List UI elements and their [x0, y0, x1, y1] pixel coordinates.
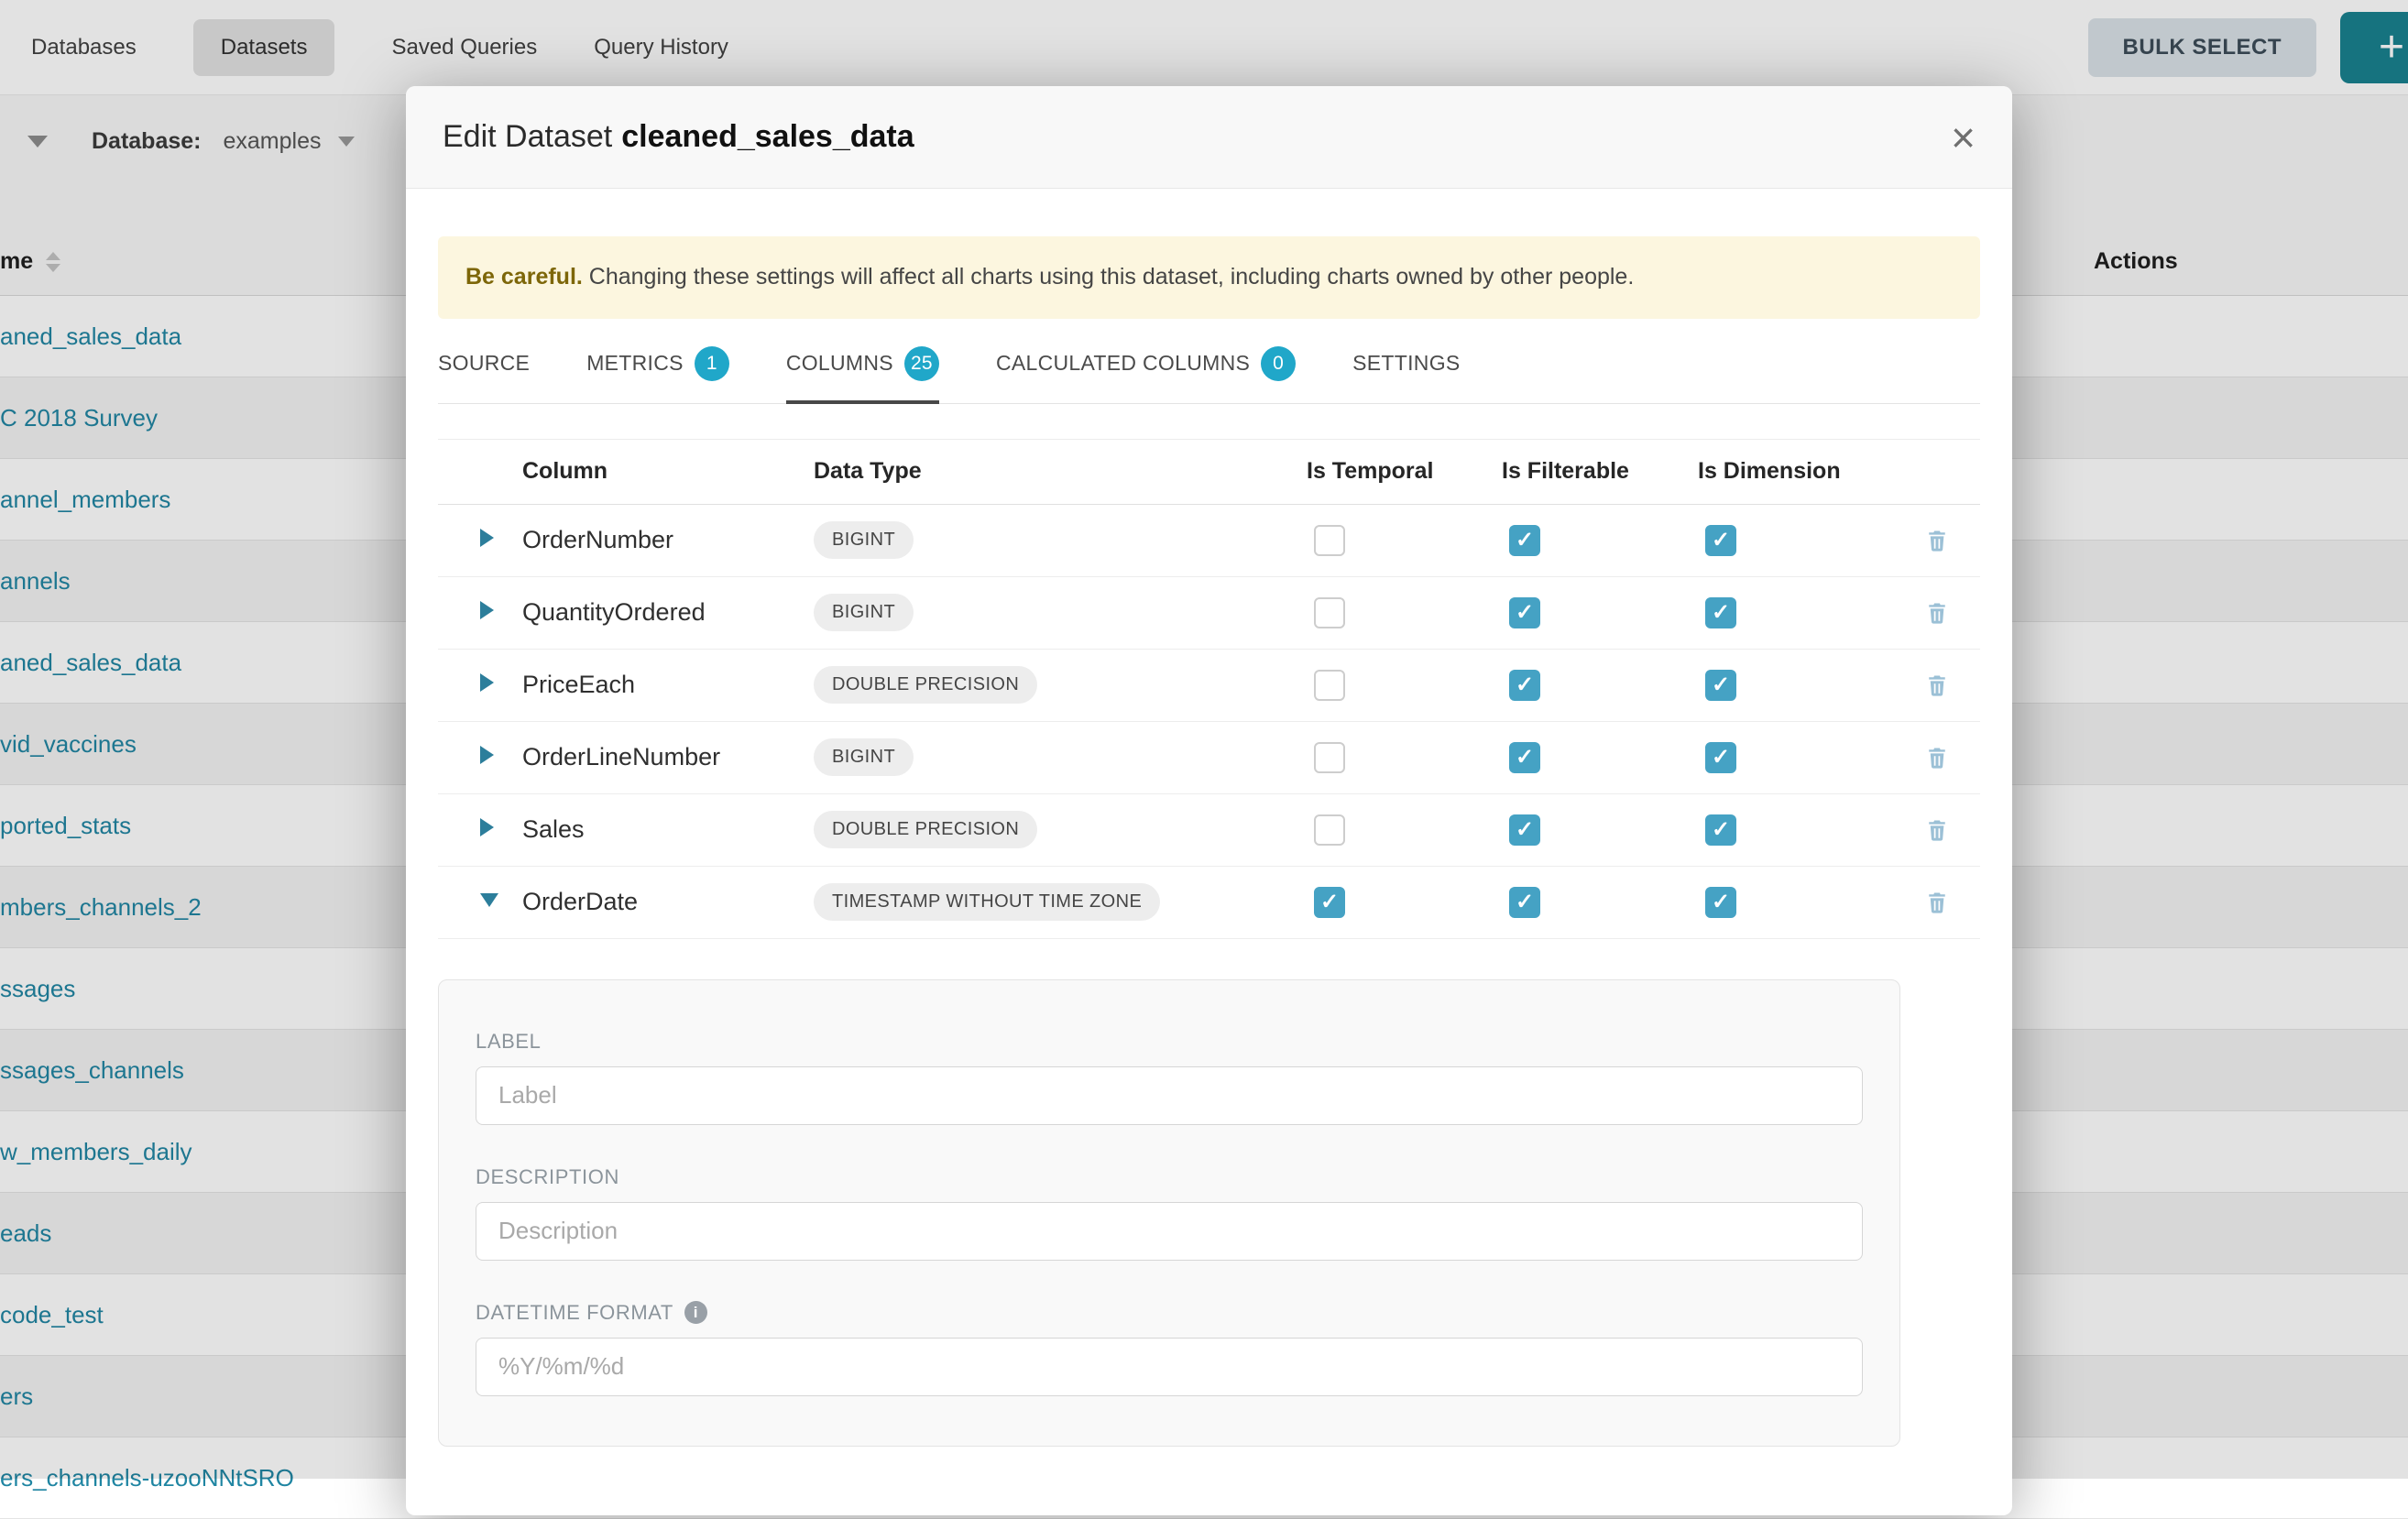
data-type-pill: BIGINT [814, 521, 914, 559]
info-icon[interactable] [684, 1301, 707, 1324]
column-row: OrderLineNumber BIGINT [438, 722, 1980, 794]
is-filterable-checkbox[interactable] [1509, 670, 1540, 701]
datetime-format-field-label: DATETIME FORMAT [476, 1301, 1863, 1325]
is-temporal-checkbox[interactable] [1314, 887, 1345, 918]
is-temporal-checkbox[interactable] [1314, 742, 1345, 773]
columns-table: Column Data Type Is Temporal Is Filterab… [438, 439, 1980, 939]
column-row: OrderDate TIMESTAMP WITHOUT TIME ZONE [438, 867, 1980, 939]
warning-bold-text: Be careful. [465, 264, 583, 290]
label-input[interactable] [476, 1066, 1863, 1125]
edit-dataset-modal: Edit Datasetcleaned_sales_data × Be care… [406, 86, 2012, 1515]
is-dimension-checkbox[interactable] [1705, 887, 1736, 918]
column-name: OrderLineNumber [522, 743, 814, 771]
warning-banner: Be careful. Changing these settings will… [438, 236, 1980, 319]
tab-settings[interactable]: SETTINGS [1352, 346, 1460, 403]
close-icon[interactable]: × [1951, 116, 1976, 158]
data-type-pill: BIGINT [814, 594, 914, 631]
modal-header: Edit Datasetcleaned_sales_data × [406, 86, 2012, 189]
modal-body: Be careful. Changing these settings will… [406, 189, 2012, 1447]
tab-columns[interactable]: COLUMNS25 [786, 346, 939, 403]
is-dimension-checkbox[interactable] [1705, 597, 1736, 628]
description-field-label: DESCRIPTION [476, 1165, 1863, 1189]
trash-icon [1924, 745, 1950, 770]
column-row: OrderNumber BIGINT [438, 505, 1980, 577]
expand-caret-icon[interactable] [480, 673, 494, 692]
column-row: QuantityOrdered BIGINT [438, 577, 1980, 650]
data-type-pill: DOUBLE PRECISION [814, 811, 1037, 848]
delete-column-button[interactable] [1894, 672, 1980, 698]
modal-tabs: SOURCE METRICS1 COLUMNS25 CALCULATED COL… [438, 346, 1980, 404]
description-input[interactable] [476, 1202, 1863, 1261]
header-is-temporal: Is Temporal [1307, 458, 1502, 485]
column-row: PriceEach DOUBLE PRECISION [438, 650, 1980, 722]
is-dimension-checkbox[interactable] [1705, 525, 1736, 556]
is-temporal-checkbox[interactable] [1314, 670, 1345, 701]
column-row: Sales DOUBLE PRECISION [438, 794, 1980, 867]
tab-count-badge: 25 [904, 346, 939, 381]
delete-column-button[interactable] [1894, 528, 1980, 553]
delete-column-button[interactable] [1894, 890, 1980, 915]
is-temporal-checkbox[interactable] [1314, 597, 1345, 628]
datetime-format-input[interactable] [476, 1338, 1863, 1396]
label-field-group: LABEL [476, 1030, 1863, 1125]
columns-table-body: OrderNumber BIGINT QuantityOrdered BIGIN… [438, 505, 1980, 939]
header-column: Column [522, 458, 814, 485]
is-temporal-checkbox[interactable] [1314, 525, 1345, 556]
data-type-pill: TIMESTAMP WITHOUT TIME ZONE [814, 883, 1160, 921]
delete-column-button[interactable] [1894, 745, 1980, 770]
datetime-format-field-group: DATETIME FORMAT [476, 1301, 1863, 1396]
is-dimension-checkbox[interactable] [1705, 814, 1736, 846]
delete-column-button[interactable] [1894, 817, 1980, 843]
is-filterable-checkbox[interactable] [1509, 525, 1540, 556]
trash-icon [1924, 528, 1950, 553]
is-filterable-checkbox[interactable] [1509, 814, 1540, 846]
description-field-group: DESCRIPTION [476, 1165, 1863, 1261]
tab-calculated-columns[interactable]: CALCULATED COLUMNS0 [996, 346, 1296, 403]
is-filterable-checkbox[interactable] [1509, 742, 1540, 773]
trash-icon [1924, 890, 1950, 915]
modal-title: Edit Datasetcleaned_sales_data [443, 119, 914, 155]
header-is-dimension: Is Dimension [1698, 458, 1894, 485]
column-detail-panel: LABEL DESCRIPTION DATETIME FORMAT [438, 979, 1900, 1447]
column-name: OrderNumber [522, 526, 814, 554]
delete-column-button[interactable] [1894, 600, 1980, 626]
is-filterable-checkbox[interactable] [1509, 887, 1540, 918]
data-type-pill: BIGINT [814, 738, 914, 776]
is-filterable-checkbox[interactable] [1509, 597, 1540, 628]
columns-table-header: Column Data Type Is Temporal Is Filterab… [438, 440, 1980, 505]
trash-icon [1924, 817, 1950, 843]
label-field-label: LABEL [476, 1030, 1863, 1054]
header-is-filterable: Is Filterable [1502, 458, 1698, 485]
column-name: OrderDate [522, 888, 814, 916]
is-dimension-checkbox[interactable] [1705, 742, 1736, 773]
is-temporal-checkbox[interactable] [1314, 814, 1345, 846]
data-type-pill: DOUBLE PRECISION [814, 666, 1037, 704]
tab-source[interactable]: SOURCE [438, 346, 530, 403]
tab-metrics[interactable]: METRICS1 [586, 346, 729, 403]
tab-count-badge: 1 [695, 346, 729, 381]
expand-caret-icon[interactable] [480, 818, 494, 836]
expand-caret-icon[interactable] [480, 529, 494, 547]
warning-text: Changing these settings will affect all … [583, 264, 1634, 290]
is-dimension-checkbox[interactable] [1705, 670, 1736, 701]
expand-caret-icon[interactable] [480, 746, 494, 764]
dataset-name: cleaned_sales_data [621, 119, 914, 154]
expand-caret-icon[interactable] [480, 601, 494, 619]
column-name: PriceEach [522, 671, 814, 699]
header-data-type: Data Type [814, 458, 1307, 485]
tab-count-badge: 0 [1261, 346, 1296, 381]
expand-caret-icon[interactable] [480, 893, 498, 907]
trash-icon [1924, 600, 1950, 626]
column-name: Sales [522, 815, 814, 844]
trash-icon [1924, 672, 1950, 698]
column-name: QuantityOrdered [522, 598, 814, 627]
